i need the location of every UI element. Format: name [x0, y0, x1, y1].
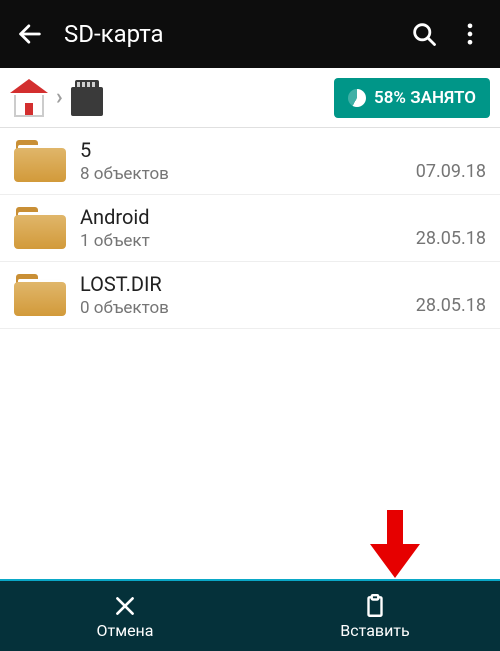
search-button[interactable]: [410, 20, 438, 48]
file-subtitle: 0 объектов: [80, 298, 402, 318]
pie-icon: [348, 89, 366, 107]
paste-button[interactable]: Вставить: [250, 581, 500, 651]
folder-icon: [14, 207, 66, 249]
overflow-menu-button[interactable]: [456, 20, 484, 48]
file-list: 5 8 объектов 07.09.18 Android 1 объект 2…: [0, 128, 500, 579]
file-name: 5: [80, 138, 402, 162]
cancel-button[interactable]: Отмена: [0, 581, 250, 651]
paste-label: Вставить: [340, 621, 409, 640]
storage-usage-chip[interactable]: 58% ЗАНЯТО: [334, 78, 490, 118]
more-vert-icon: [456, 20, 484, 48]
file-subtitle: 1 объект: [80, 231, 402, 251]
storage-usage-label: 58% ЗАНЯТО: [374, 88, 476, 108]
file-date: 07.09.18: [416, 161, 486, 184]
close-icon: [112, 593, 138, 619]
arrow-left-icon: [16, 20, 44, 48]
file-date: 28.05.18: [416, 295, 486, 318]
breadcrumb-row: › 58% ЗАНЯТО: [0, 68, 500, 128]
app-bar: SD-карта: [0, 0, 500, 68]
file-name: Android: [80, 205, 402, 229]
page-title: SD-карта: [64, 20, 392, 48]
list-item[interactable]: LOST.DIR 0 объектов 28.05.18: [0, 262, 500, 329]
list-item[interactable]: 5 8 объектов 07.09.18: [0, 128, 500, 195]
search-icon: [410, 20, 438, 48]
folder-icon: [14, 140, 66, 182]
list-item[interactable]: Android 1 объект 28.05.18: [0, 195, 500, 262]
cancel-label: Отмена: [97, 621, 154, 640]
file-subtitle: 8 объектов: [80, 164, 402, 184]
file-name: LOST.DIR: [80, 272, 402, 296]
home-icon: [10, 79, 48, 93]
bottom-action-bar: Отмена Вставить: [0, 579, 500, 651]
chevron-right-icon: ›: [56, 85, 63, 110]
back-button[interactable]: [16, 20, 44, 48]
file-date: 28.05.18: [416, 228, 486, 251]
folder-icon: [14, 274, 66, 316]
clipboard-icon: [362, 593, 388, 619]
sdcard-breadcrumb[interactable]: [71, 80, 103, 116]
home-breadcrumb[interactable]: [10, 79, 48, 117]
